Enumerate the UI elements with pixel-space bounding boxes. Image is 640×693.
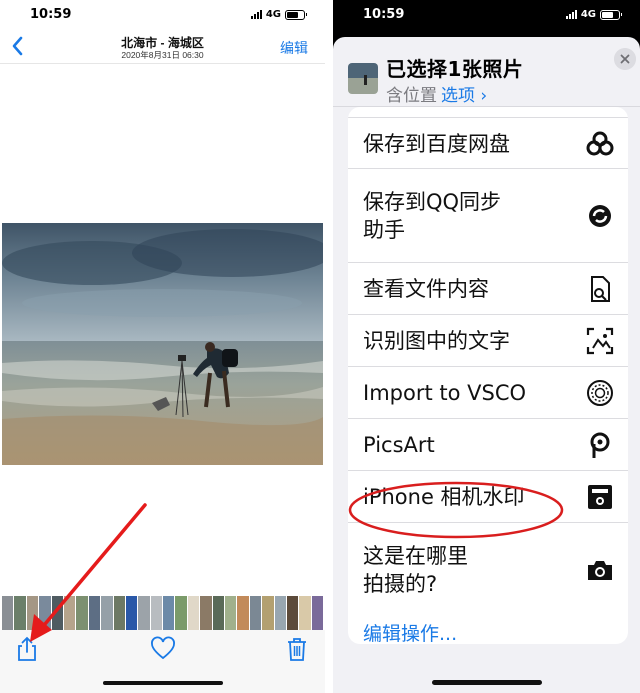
action-label: 查看文件内容 <box>363 277 489 301</box>
thumbnail-0[interactable] <box>2 596 14 630</box>
location-included-label: 含位置 <box>386 86 437 106</box>
thumbnail-2[interactable] <box>26 596 39 630</box>
beach-photo <box>2 223 323 465</box>
close-icon[interactable] <box>614 48 636 70</box>
qq-sync-icon <box>589 205 611 227</box>
thumbnail-3[interactable] <box>39 596 51 630</box>
photo-toolbar <box>0 630 325 693</box>
camera-watermark-icon <box>588 485 612 509</box>
action-row[interactable]: 这是在哪里 拍摄的? <box>348 523 628 617</box>
thumbnail-25[interactable] <box>311 596 324 630</box>
share-sheet-title: 已选择1张照片 <box>386 57 524 81</box>
thumbnail-12[interactable] <box>150 596 163 630</box>
share-icon[interactable] <box>14 636 40 662</box>
thumbnail-24[interactable] <box>299 596 311 630</box>
action-label: 保存到百度网盘 <box>363 131 510 156</box>
partial-action-icon <box>585 107 615 109</box>
signal-icon <box>250 10 262 19</box>
thumbnail-strip[interactable] <box>2 596 324 630</box>
thumbnail-20[interactable] <box>249 596 262 630</box>
action-label: Import to VSCO <box>363 381 527 405</box>
camera-icon <box>588 561 612 580</box>
edit-actions-link[interactable]: 编辑操作... <box>363 619 457 646</box>
baidu-netdisk-icon <box>586 131 614 155</box>
action-row[interactable]: Import to VSCO <box>348 367 628 419</box>
action-row[interactable]: 识别图中的文字 <box>348 315 628 367</box>
share-actions-list: 保存到百度网盘保存到QQ同步 助手查看文件内容 识别图中的文字 Import to … <box>348 107 628 644</box>
share-sheet-header: 已选择1张照片 含位置 选项 › <box>333 37 640 107</box>
text-scan-icon <box>586 327 614 355</box>
thumbnail-14[interactable] <box>175 596 187 630</box>
network-type: 4G <box>265 9 281 20</box>
action-row[interactable]: 保存到QQ同步 助手 <box>348 169 628 263</box>
edit-button[interactable]: 编辑 <box>280 38 308 58</box>
panel-divider <box>325 0 333 693</box>
thumbnail-5[interactable] <box>63 596 76 630</box>
thumbnail-15[interactable] <box>187 596 200 630</box>
action-label: PicsArt <box>363 433 435 457</box>
network-type: 4G <box>580 9 596 20</box>
status-time: 10:59 <box>30 7 72 22</box>
vsco-icon <box>587 380 613 406</box>
thumbnail-1[interactable] <box>14 596 26 630</box>
thumbnail-16[interactable] <box>200 596 212 630</box>
action-row-partial[interactable] <box>348 107 628 118</box>
home-indicator <box>102 681 223 685</box>
thumbnail-17[interactable] <box>212 596 225 630</box>
thumbnail-9[interactable] <box>113 596 125 630</box>
action-label: 识别图中的文字 <box>363 329 510 353</box>
heart-icon[interactable] <box>150 636 176 662</box>
thumbnail-11[interactable] <box>138 596 150 630</box>
status-bar: 10:59 4G <box>0 0 325 30</box>
thumbnail-13[interactable] <box>163 596 175 630</box>
thumbnail-7[interactable] <box>88 596 101 630</box>
thumbnail-22[interactable] <box>274 596 286 630</box>
trash-icon[interactable] <box>284 636 310 662</box>
options-link[interactable]: 选项 › <box>441 86 487 106</box>
thumbnail-10[interactable] <box>125 596 138 630</box>
action-row[interactable]: iPhone 相机水印 <box>348 471 628 523</box>
date-subtitle: 2020年8月31日 06:30 <box>121 50 204 60</box>
battery-icon <box>600 9 622 20</box>
thumbnail-23[interactable] <box>286 596 299 630</box>
thumbnail-8[interactable] <box>101 596 113 630</box>
share-sheet: 已选择1张照片 含位置 选项 › 保存到百度网盘保存到QQ同步 助手查看文件内容识… <box>333 37 640 693</box>
share-sheet-screen: 10:59 4G 已选择1张照片 含位置 选项 › 保存到百度网盘 保存到QQ同… <box>333 0 640 693</box>
thumbnail-21[interactable] <box>262 596 274 630</box>
photo-nav-bar: 北海市 - 海城区 2020年8月31日 06:30 编辑 <box>0 30 325 64</box>
action-row[interactable]: 保存到百度网盘 <box>348 118 628 169</box>
thumbnail-18[interactable] <box>225 596 237 630</box>
action-label: 这是在哪里 拍摄的? <box>363 544 468 596</box>
thumbnail-6[interactable] <box>76 596 88 630</box>
status-time: 10:59 <box>363 7 405 22</box>
selected-photo-thumbnail <box>348 63 378 94</box>
picsart-icon <box>590 432 610 458</box>
status-bar: 10:59 4G <box>333 0 640 30</box>
home-indicator <box>431 680 542 685</box>
action-row[interactable]: PicsArt <box>348 419 628 471</box>
thumbnail-19[interactable] <box>237 596 249 630</box>
photos-viewer-screen: 10:59 4G 北海市 - 海城区 2020年8月31日 06:30 编辑 <box>0 0 325 693</box>
battery-icon <box>285 9 307 20</box>
file-search-icon <box>591 276 610 302</box>
action-label: 保存到QQ同步 助手 <box>363 190 502 242</box>
action-label: iPhone 相机水印 <box>363 485 525 509</box>
signal-icon <box>565 10 577 19</box>
thumbnail-4[interactable] <box>51 596 63 630</box>
action-row[interactable]: 查看文件内容 <box>348 263 628 315</box>
